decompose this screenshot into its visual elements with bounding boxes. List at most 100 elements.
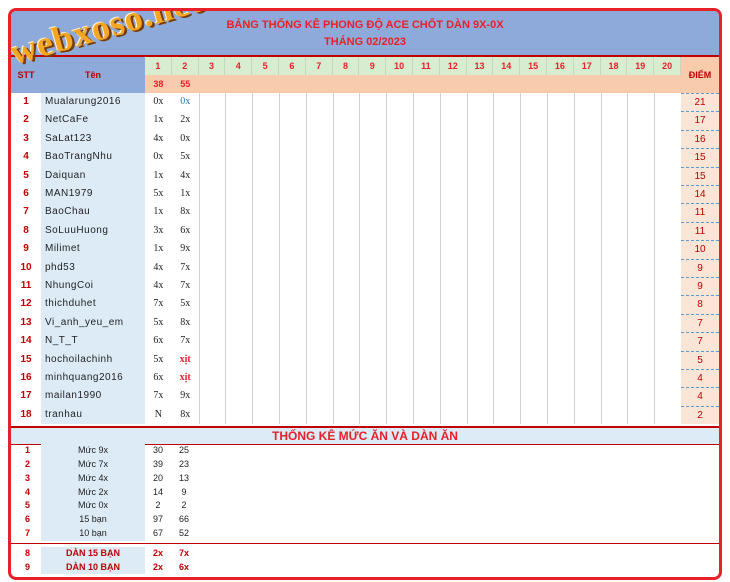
stats-sheet: BẢNG THỐNG KÊ PHONG ĐỘ ACE CHỐT DÀN 9X-0…: [8, 8, 722, 580]
summary-day1: 39: [152, 458, 163, 469]
day-column-line: [305, 93, 307, 425]
day1-value: 6x: [153, 335, 164, 347]
player-name: SaLat123: [41, 129, 145, 149]
player-points: 15: [681, 166, 719, 185]
player-name: Milimet: [41, 240, 145, 259]
player-name: Vi_anh_yeu_em: [41, 313, 145, 333]
summary-day2: 2: [181, 500, 187, 511]
player-points: 11: [681, 221, 719, 241]
player-name: MAN1979: [41, 185, 145, 204]
player-points: 7: [681, 313, 719, 333]
summary-label: 10 bạn: [41, 526, 145, 541]
summary-day2: 23: [178, 458, 189, 469]
summary-day2: 25: [178, 445, 189, 456]
day-header: 2: [171, 57, 199, 75]
row-stt: 7: [11, 203, 41, 222]
summary-day1: 14: [152, 486, 163, 497]
summary-label: DÀN 15 BẠN: [41, 546, 145, 561]
day-header: 6: [279, 57, 306, 75]
day2-value: 8x: [180, 316, 191, 328]
row-stt: 13: [11, 313, 41, 333]
player-points: 14: [681, 185, 719, 204]
day-column-line: [413, 93, 414, 425]
day2-value: 6x: [180, 224, 191, 236]
name-header: Tên: [41, 57, 145, 93]
day-column-line: [439, 93, 441, 425]
player-name: mailan1990: [41, 387, 145, 406]
day1-value: 1x: [153, 206, 164, 218]
player-name: minhquang2016: [41, 369, 145, 388]
day1-value: 0x: [153, 151, 164, 163]
day2-value: 1x: [180, 188, 191, 199]
day1-value: 6x: [153, 372, 164, 383]
day-count: [252, 75, 279, 93]
day-header: 11: [413, 57, 440, 75]
day-column-line: [225, 93, 227, 425]
row-stt: 15: [11, 350, 41, 369]
summary-stt: 5: [25, 500, 31, 511]
day2-value: 8x: [180, 408, 191, 420]
day2-value: 5x: [180, 151, 191, 163]
day2-value: 0x: [180, 96, 191, 107]
day1-value: 1x: [153, 169, 164, 181]
day-count: [279, 75, 306, 93]
day2-value: 9x: [180, 243, 191, 255]
summary-label: 15 bạn: [41, 513, 145, 527]
row-stt: 6: [11, 185, 41, 204]
summary-label: Mức 7x: [41, 457, 145, 472]
summary-stt: 6: [25, 514, 31, 525]
day1-value: 0x: [153, 96, 164, 107]
day-header: 10: [386, 57, 413, 75]
day-header: 20: [654, 57, 681, 75]
player-points: 8: [681, 295, 719, 314]
day1-value: N: [154, 408, 163, 420]
day-count: [439, 75, 467, 93]
player-name: N_T_T: [41, 332, 145, 351]
day1-value: 3x: [153, 224, 164, 236]
player-name: NhungCoi: [41, 277, 145, 296]
points-header: ĐIỂM: [681, 57, 719, 93]
day2-value: 4x: [180, 169, 191, 181]
row-stt: 2: [11, 111, 41, 130]
player-name: NetCaFe: [41, 111, 145, 130]
day2-value: 9x: [180, 390, 191, 402]
day2-value: 0x: [180, 132, 191, 144]
summary-day1: 30: [152, 445, 163, 456]
day2-value: xịt: [179, 372, 191, 383]
row-stt: 5: [11, 166, 41, 185]
summary-day1: 20: [152, 472, 163, 483]
day-header: 17: [573, 57, 601, 75]
player-points: 10: [681, 240, 719, 259]
row-stt: 17: [11, 387, 41, 406]
day-count: [520, 75, 547, 93]
day-column-line: [279, 93, 280, 425]
day-column-line: [359, 93, 361, 425]
row-stt: 9: [11, 240, 41, 259]
player-points: 17: [681, 111, 719, 130]
summary-label: Mức 4x: [41, 471, 145, 486]
day-count: [573, 75, 601, 93]
day-column-line: [600, 93, 602, 425]
summary-label: Mức 9x: [41, 444, 145, 458]
summary-title: THỐNG KÊ MỨC ĂN VÀ DÀN ĂN: [11, 426, 719, 446]
day-header: 9: [359, 57, 387, 75]
player-points: 9: [681, 277, 719, 296]
player-points: 7: [681, 332, 719, 351]
summary-day2: 9: [181, 486, 187, 497]
player-points: 15: [681, 148, 719, 167]
day2-value: 7x: [180, 335, 191, 347]
day-header: 18: [600, 57, 628, 75]
day-column-line: [627, 93, 629, 425]
day-header: 1: [145, 57, 172, 75]
day2-value: xịt: [179, 353, 191, 365]
day-header: 12: [439, 57, 467, 75]
day-column-line: [252, 93, 254, 425]
row-stt: 1: [11, 93, 41, 112]
day1-value: 4x: [153, 261, 164, 273]
row-stt: 16: [11, 369, 41, 388]
day-count: [305, 75, 333, 93]
summary-label: DÀN 10 BẠN: [41, 560, 145, 575]
summary-day2: 52: [178, 527, 189, 538]
day-column-line: [520, 93, 522, 425]
summary-day1: 2x: [152, 547, 163, 558]
